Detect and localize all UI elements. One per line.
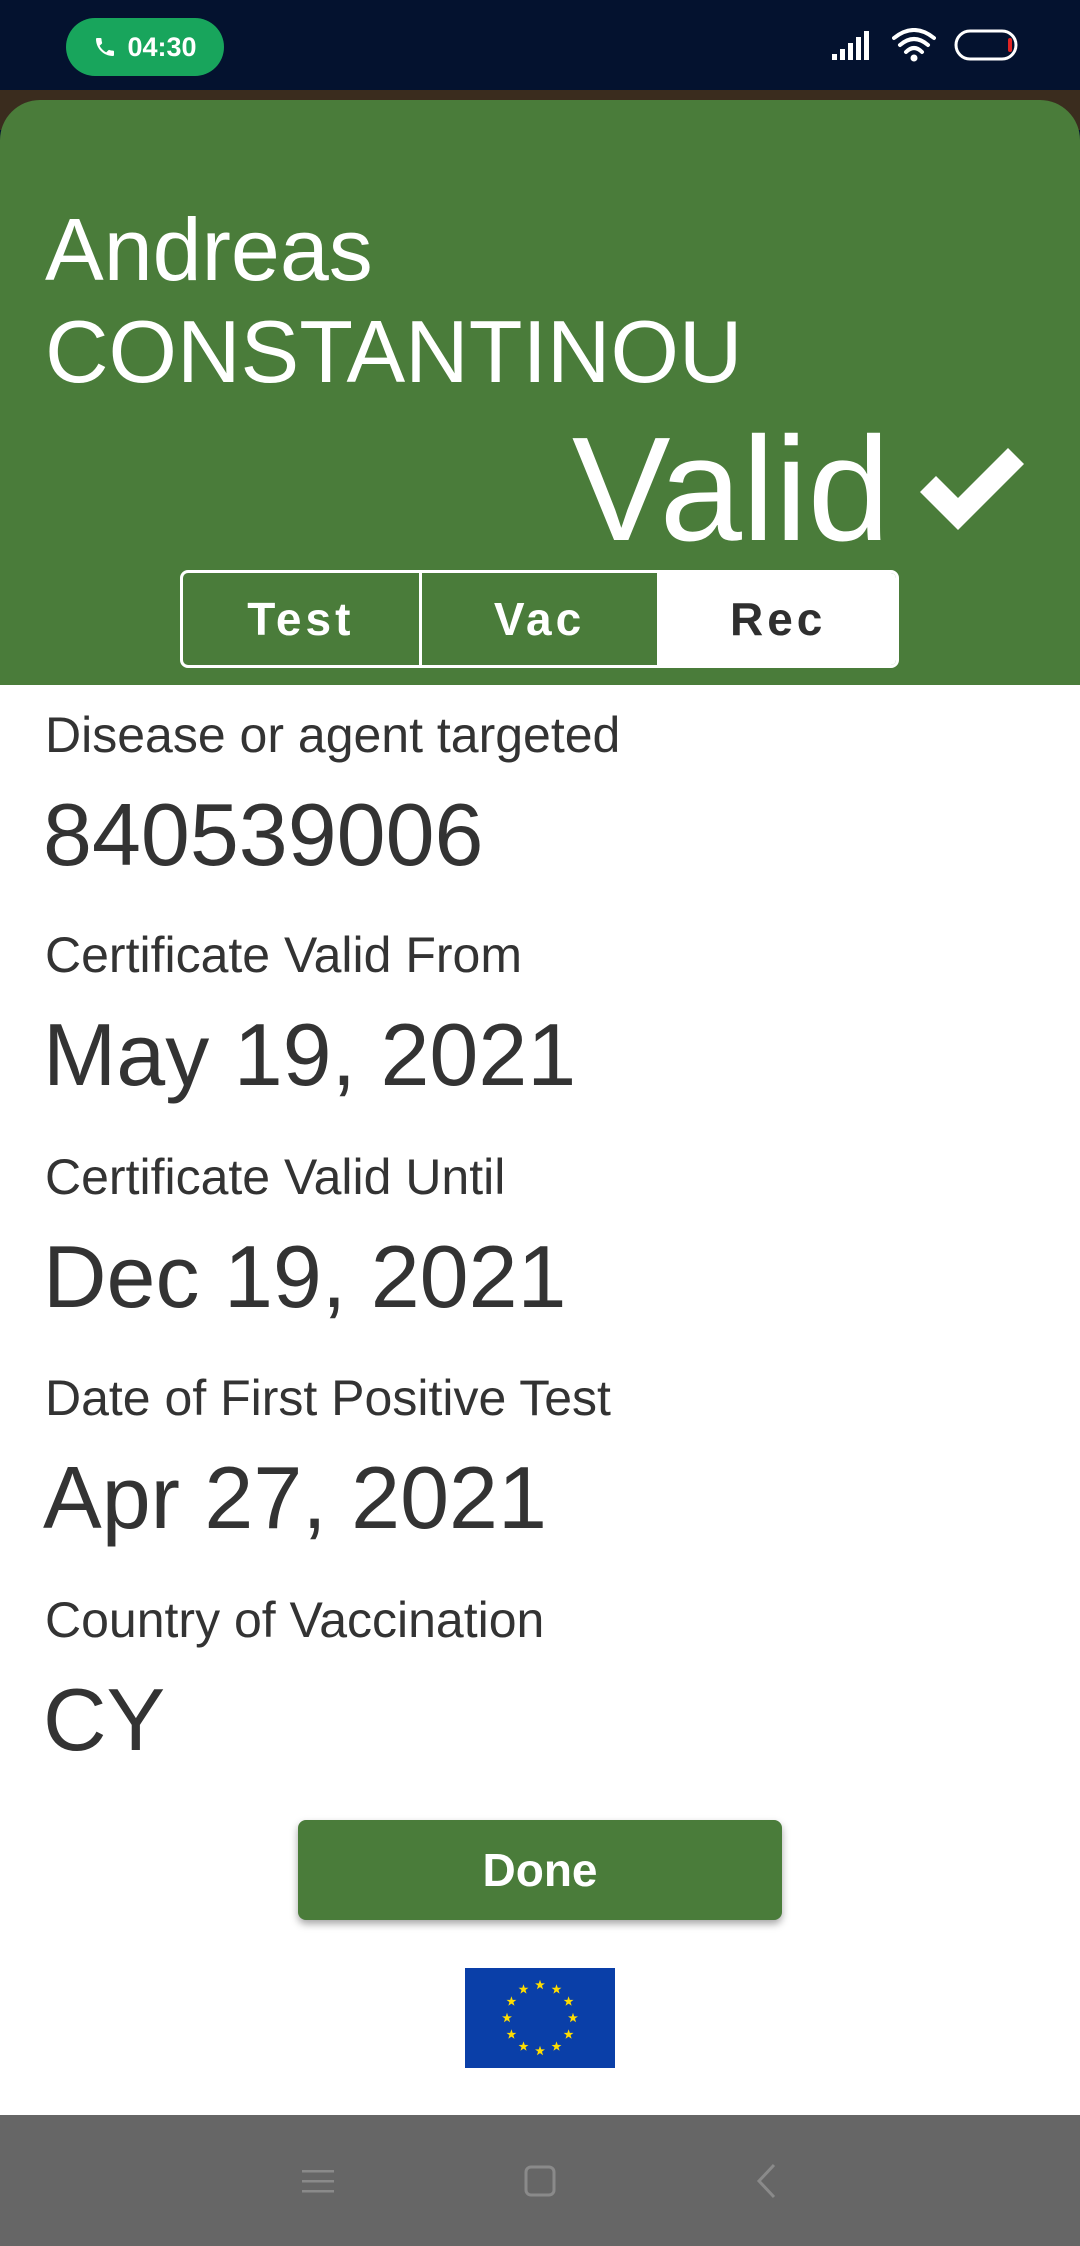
home-icon[interactable]	[510, 2151, 570, 2211]
tab-test[interactable]: Test	[183, 573, 419, 665]
country-label: Country of Vaccination	[45, 1592, 545, 1648]
first-positive-test-label: Date of First Positive Test	[45, 1370, 611, 1426]
tab-vac[interactable]: Vac	[418, 573, 658, 665]
ongoing-call-pill[interactable]: 04:30	[66, 18, 224, 76]
battery-icon	[954, 29, 1022, 66]
validity-status: Valid	[572, 410, 1030, 570]
country-value: CY	[43, 1670, 166, 1769]
certificate-type-tabs: Test Vac Rec	[180, 570, 899, 668]
certificate-header: Andreas CONSTANTINOU Valid Test Vac Rec	[0, 100, 1080, 685]
phone-icon	[93, 35, 117, 59]
checkmark-icon	[914, 440, 1030, 540]
menu-icon[interactable]	[288, 2151, 348, 2211]
eu-flag-icon	[465, 1968, 615, 2068]
disease-label: Disease or agent targeted	[45, 707, 621, 763]
back-icon[interactable]	[736, 2151, 796, 2211]
first-positive-test-value: Apr 27, 2021	[43, 1448, 547, 1547]
system-nav-bar	[0, 2115, 1080, 2246]
first-name: Andreas	[45, 200, 373, 299]
validity-label: Valid	[571, 407, 890, 572]
done-button[interactable]: Done	[298, 1820, 782, 1920]
signal-icon	[832, 30, 874, 65]
system-status-icons	[832, 28, 1022, 67]
wifi-icon	[892, 28, 936, 67]
valid-until-label: Certificate Valid Until	[45, 1149, 506, 1205]
status-bar: 04:30	[0, 0, 1080, 90]
valid-from-label: Certificate Valid From	[45, 927, 522, 983]
tab-rec[interactable]: Rec	[657, 573, 896, 665]
disease-value: 840539006	[43, 785, 484, 884]
valid-from-value: May 19, 2021	[43, 1005, 577, 1104]
certificate-details: Disease or agent targeted 840539006 Cert…	[0, 685, 1080, 2115]
valid-until-value: Dec 19, 2021	[43, 1227, 567, 1326]
call-timer: 04:30	[127, 31, 197, 62]
last-name: CONSTANTINOU	[45, 302, 743, 401]
